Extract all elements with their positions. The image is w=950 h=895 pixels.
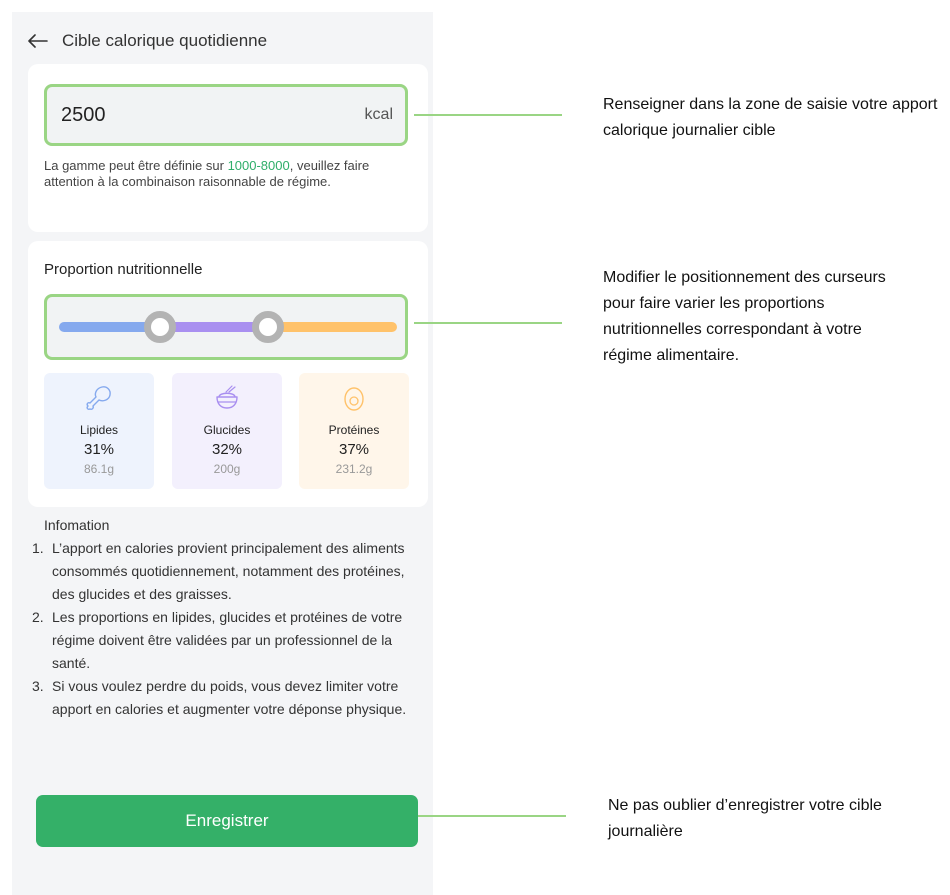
info-item: 1. L’apport en calories provient princip… xyxy=(32,537,412,606)
phone-screen: Cible calorique quotidienne kcal La gamm… xyxy=(12,12,433,895)
slider-segment-proteines xyxy=(267,322,397,332)
macro-card-lipides: Lipides 31% 86.1g xyxy=(44,373,154,489)
annotation-save: Ne pas oublier d’enregistrer votre cible… xyxy=(608,797,882,840)
slider-thumb-1[interactable] xyxy=(144,311,176,343)
header: Cible calorique quotidienne xyxy=(12,12,433,70)
hint-range: 1000-8000 xyxy=(227,158,290,173)
calorie-input-box: kcal xyxy=(44,84,408,146)
info-item-number: 1. xyxy=(32,540,44,556)
nutrition-card: Proportion nutritionnelle Lipides 31% 86… xyxy=(28,241,428,507)
hint-text-before: La gamme peut être définie sur xyxy=(44,158,228,173)
calorie-card: kcal La gamme peut être définie sur 1000… xyxy=(28,64,428,232)
save-button[interactable]: Enregistrer xyxy=(36,795,418,847)
annotation-calorie-input: Renseigner dans la zone de saisie votre … xyxy=(603,96,938,139)
calorie-unit: kcal xyxy=(364,106,393,123)
macro-name: Glucides xyxy=(203,423,251,437)
macro-percent: 37% xyxy=(338,441,370,458)
macro-grams: 86.1g xyxy=(83,462,115,476)
annotation-nutrition-slider: Modifier le positionnement des curseurs … xyxy=(603,269,886,364)
info-title: Infomation xyxy=(44,517,110,533)
macro-name: Lipides xyxy=(79,423,119,437)
info-item-number: 2. xyxy=(32,609,44,625)
annotation-connector-3 xyxy=(418,815,566,817)
annotation-connector-2 xyxy=(414,322,562,324)
macro-grams: 200g xyxy=(213,462,241,476)
info-item: 2. Les proportions en lipides, glucides … xyxy=(32,606,412,675)
info-item-number: 3. xyxy=(32,678,44,694)
nutrition-title: Proportion nutritionnelle xyxy=(44,261,203,278)
drumstick-icon xyxy=(86,386,111,410)
info-item-text: Si vous voulez perdre du poids, vous dev… xyxy=(52,678,407,717)
back-button[interactable] xyxy=(24,27,52,55)
macro-name: Protéines xyxy=(328,423,380,437)
nutrition-slider[interactable] xyxy=(44,294,408,360)
annotation-connector-1 xyxy=(414,114,562,116)
info-list: 1. L’apport en calories provient princip… xyxy=(32,537,412,721)
macro-percent: 31% xyxy=(83,441,115,458)
info-item-text: Les proportions en lipides, glucides et … xyxy=(52,609,403,671)
calorie-input[interactable] xyxy=(61,103,321,127)
info-item: 3. Si vous voulez perdre du poids, vous … xyxy=(32,675,412,721)
slider-thumb-2[interactable] xyxy=(252,311,284,343)
macro-grams: 231.2g xyxy=(335,462,373,476)
macro-percent: 32% xyxy=(211,441,243,458)
egg-icon xyxy=(344,387,364,411)
info-item-text: L’apport en calories provient principale… xyxy=(52,540,405,602)
macro-card-proteines: Protéines 37% 231.2g xyxy=(299,373,409,489)
info-section: Infomation 1. L’apport en calories provi… xyxy=(32,517,412,721)
calorie-range-hint: La gamme peut être définie sur 1000-8000… xyxy=(44,158,414,190)
rice-bowl-icon xyxy=(216,385,238,409)
arrow-left-icon xyxy=(28,34,48,48)
page-title: Cible calorique quotidienne xyxy=(62,31,268,50)
macro-card-glucides: Glucides 32% 200g xyxy=(172,373,282,489)
